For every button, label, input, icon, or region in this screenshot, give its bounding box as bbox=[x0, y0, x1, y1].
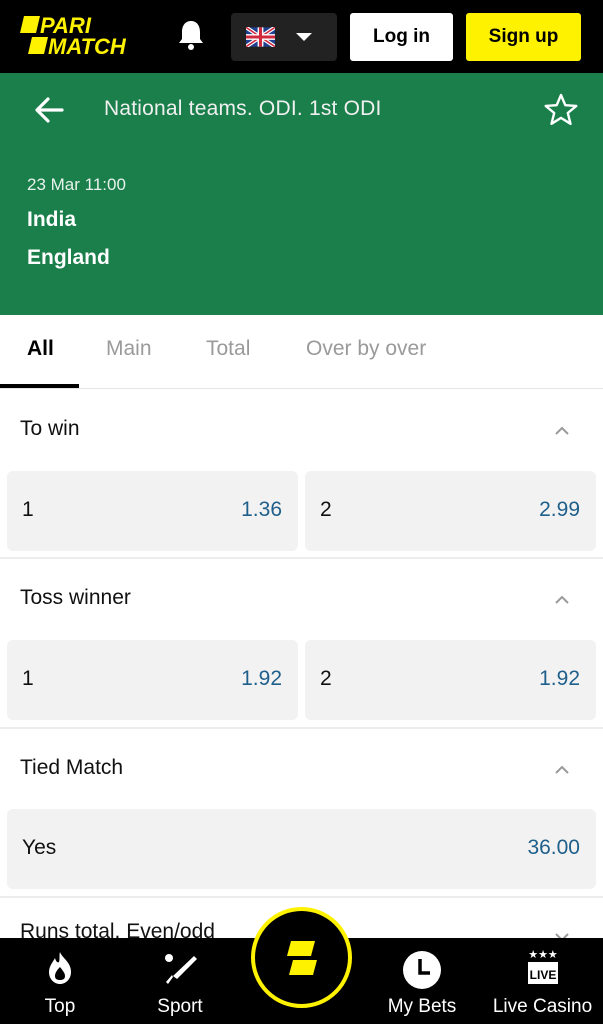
nav-label: Top bbox=[44, 996, 76, 1017]
clock-icon bbox=[403, 951, 441, 989]
parimatch-logo-icon bbox=[287, 941, 317, 975]
team-home: India bbox=[27, 208, 77, 231]
event-header: National teams. ODI. 1st ODI 23 Mar 11:0… bbox=[0, 73, 603, 315]
nav-label: My Bets bbox=[387, 996, 457, 1017]
market-title[interactable]: Toss winner bbox=[20, 586, 131, 610]
nav-sport[interactable]: Sport bbox=[140, 938, 220, 1024]
cricket-bat-icon bbox=[165, 954, 197, 984]
outcome-label: Yes bbox=[22, 836, 57, 859]
odds-value: 1.92 bbox=[241, 667, 282, 690]
market-title[interactable]: To win bbox=[20, 417, 80, 441]
nav-label: Live Casino bbox=[492, 996, 593, 1017]
nav-label: Sport bbox=[157, 996, 203, 1017]
nav-my-bets[interactable]: My Bets bbox=[372, 938, 472, 1024]
outcome-label: 2 bbox=[320, 498, 332, 521]
odds-button[interactable]: Yes 36.00 bbox=[7, 809, 596, 889]
odds-value: 1.92 bbox=[539, 667, 580, 690]
chevron-up-icon[interactable] bbox=[554, 765, 570, 775]
parimatch-logo[interactable]: PARI MATCH bbox=[18, 13, 152, 59]
login-button[interactable]: Log in bbox=[350, 13, 453, 61]
flame-icon bbox=[49, 952, 71, 984]
market-to-win: To win 1 1.36 2 2.99 bbox=[0, 390, 603, 558]
tab-main[interactable]: Main bbox=[106, 337, 152, 361]
event-datetime: 23 Mar 11:00 bbox=[27, 175, 126, 194]
odds-button[interactable]: 2 1.92 bbox=[305, 640, 596, 720]
chevron-down-icon bbox=[296, 33, 312, 41]
center-home-button[interactable] bbox=[251, 907, 352, 1008]
active-tab-indicator bbox=[0, 384, 79, 388]
tab-total[interactable]: Total bbox=[206, 337, 250, 361]
svg-text:★★★: ★★★ bbox=[528, 948, 558, 961]
odds-button[interactable]: 1 1.36 bbox=[7, 471, 298, 551]
outcome-label: 2 bbox=[320, 667, 332, 690]
uk-flag-icon bbox=[246, 27, 275, 47]
chevron-up-icon[interactable] bbox=[554, 595, 570, 605]
market-toss-winner: Toss winner 1 1.92 2 1.92 bbox=[0, 559, 603, 727]
market-tabs: All Main Total Over by over bbox=[0, 315, 603, 389]
odds-value: 2.99 bbox=[539, 498, 580, 521]
nav-live-casino[interactable]: ★★★ LIVE Live Casino bbox=[490, 938, 595, 1024]
odds-value: 1.36 bbox=[241, 498, 282, 521]
back-arrow-icon[interactable] bbox=[32, 95, 66, 125]
tab-all[interactable]: All bbox=[27, 337, 54, 361]
language-selector[interactable] bbox=[231, 13, 337, 61]
team-away: England bbox=[27, 246, 110, 269]
svg-text:MATCH: MATCH bbox=[48, 34, 127, 58]
market-tied-match: Tied Match Yes 36.00 bbox=[0, 729, 603, 897]
notification-bell-icon[interactable] bbox=[176, 18, 206, 52]
odds-button[interactable]: 2 2.99 bbox=[305, 471, 596, 551]
event-title: National teams. ODI. 1st ODI bbox=[104, 97, 382, 120]
outcome-label: 1 bbox=[22, 667, 34, 690]
live-casino-icon: ★★★ LIVE bbox=[527, 948, 558, 984]
tab-over-by-over[interactable]: Over by over bbox=[306, 337, 426, 361]
svg-text:LIVE: LIVE bbox=[529, 968, 556, 982]
top-bar: PARI MATCH Log in Sign up bbox=[0, 0, 603, 73]
signup-button[interactable]: Sign up bbox=[466, 13, 581, 61]
market-title[interactable]: Tied Match bbox=[20, 756, 123, 780]
nav-top[interactable]: Top bbox=[20, 938, 100, 1024]
odds-button[interactable]: 1 1.92 bbox=[7, 640, 298, 720]
chevron-up-icon[interactable] bbox=[554, 426, 570, 436]
favorite-star-icon[interactable] bbox=[543, 92, 579, 128]
outcome-label: 1 bbox=[22, 498, 34, 521]
odds-value: 36.00 bbox=[527, 836, 580, 859]
divider bbox=[0, 896, 603, 898]
